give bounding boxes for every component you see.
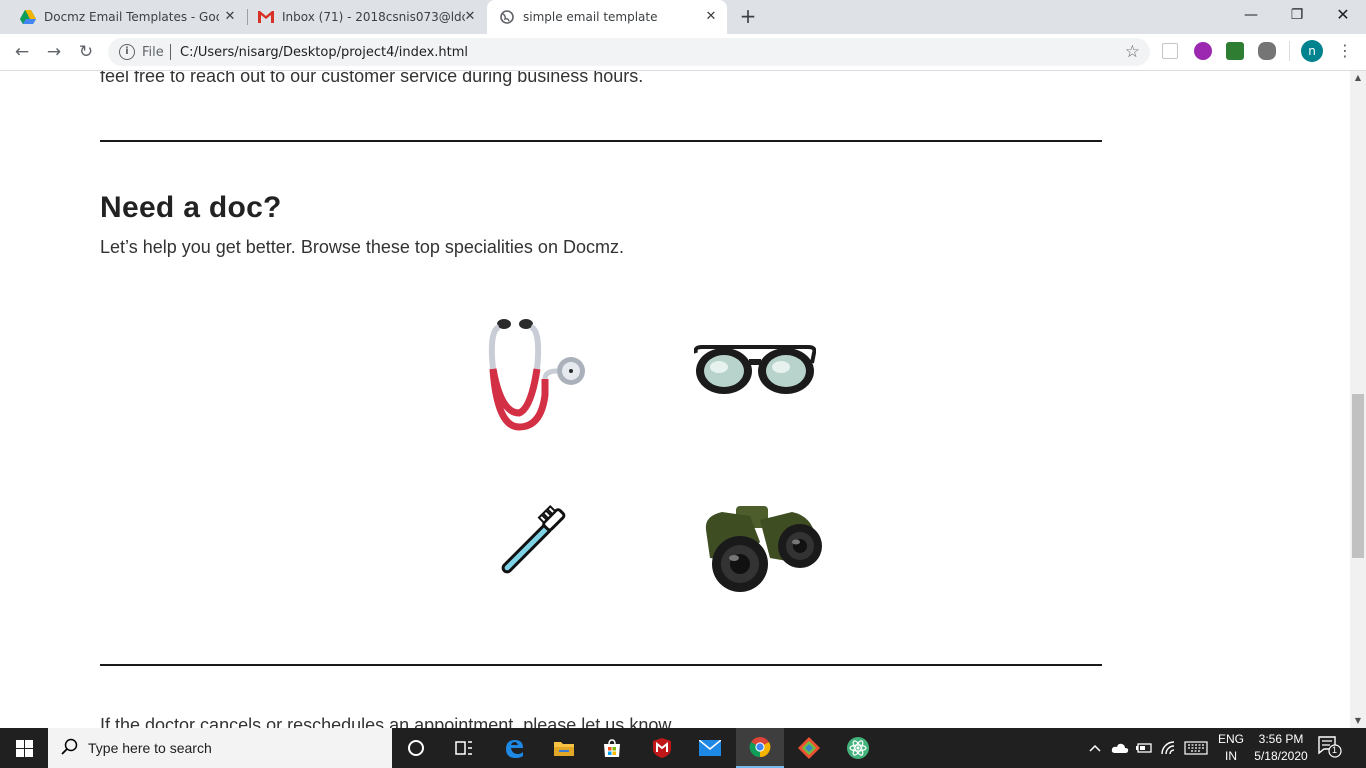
close-tab-icon[interactable]: ✕ [703,9,719,25]
divider [100,140,1102,142]
show-hidden-icons-icon[interactable] [1088,728,1102,768]
scroll-down-arrow-icon[interactable]: ▼ [1350,714,1366,728]
notification-count: 1 [1332,745,1338,755]
git-app-icon[interactable] [785,728,833,768]
toolbar-divider [1289,41,1290,61]
onedrive-icon[interactable] [1111,728,1129,768]
wifi-icon[interactable] [1160,728,1176,768]
input-language[interactable]: ENG IN [1214,731,1248,765]
tab-title: Inbox (71) - 2018csnis073@ldce. [282,10,465,24]
web-page: feel free to reach out to our customer s… [0,71,1350,728]
system-clock[interactable]: 3:56 PM 5/18/2020 [1246,731,1316,765]
page-scrollbar[interactable]: ▲ ▼ [1350,71,1366,728]
scroll-up-arrow-icon[interactable]: ▲ [1350,71,1366,85]
url-text[interactable]: C:/Users/nisarg/Desktop/project4/index.h… [180,45,468,60]
section-subtext: Let’s help you get better. Browse these … [100,237,624,257]
menu-kebab-icon[interactable]: ⋮ [1337,41,1353,60]
address-bar[interactable]: i File C:/Users/nisarg/Desktop/project4/… [108,38,1150,66]
extension-bug-icon[interactable] [1258,42,1276,60]
cancellation-text: If the doctor cancels or reschedules an … [100,715,676,728]
back-icon[interactable]: ← [10,40,34,64]
atom-editor-icon[interactable] [834,728,882,768]
tab-gmail-inbox[interactable]: Inbox (71) - 2018csnis073@ldce. ✕ [248,0,486,34]
tab-docmz-templates[interactable]: Docmz Email Templates - Google ✕ [0,0,246,34]
tab-simple-email-template[interactable]: simple email template ✕ [487,0,727,34]
file-explorer-icon[interactable] [540,728,588,768]
tab-strip: Docmz Email Templates - Google ✕ Inbox (… [0,0,1366,34]
globe-icon [499,9,515,25]
task-view-icon[interactable] [440,728,488,768]
language-code: ENG [1217,732,1244,746]
taskbar-search-box[interactable]: Type here to search [48,728,392,768]
search-placeholder: Type here to search [88,740,212,756]
chrome-icon[interactable] [736,728,784,768]
close-window-button[interactable]: ✕ [1320,0,1366,30]
divider [170,44,171,60]
microsoft-store-icon[interactable] [588,728,636,768]
scheme-label: File [142,45,164,60]
tab-title: simple email template [523,10,658,24]
battery-icon[interactable] [1135,728,1153,768]
gmail-icon [258,9,274,25]
cortana-icon[interactable] [392,728,440,768]
mail-icon[interactable] [686,728,734,768]
region-code: IN [1225,749,1237,763]
scroll-thumb[interactable] [1352,394,1364,558]
tab-title: Docmz Email Templates - Google [44,10,219,24]
forward-icon[interactable]: → [42,40,66,64]
google-drive-icon [20,9,36,25]
customer-service-text: feel free to reach out to our customer s… [100,71,644,86]
section-heading: Need a doc? [100,191,282,224]
info-icon[interactable]: i [119,44,135,60]
extension-box-icon[interactable] [1162,43,1178,59]
profile-avatar[interactable]: n [1301,40,1323,62]
extension-purple-icon[interactable] [1194,42,1212,60]
new-tab-button[interactable]: + [737,6,759,28]
windows-taskbar: Type here to search ENG IN 3:56 PM 5/18/… [0,728,1366,768]
search-icon [61,738,79,760]
divider [100,664,1102,666]
bookmark-star-icon[interactable]: ☆ [1125,42,1140,62]
binoculars-icon[interactable] [692,479,832,619]
extension-html-icon[interactable] [1226,42,1244,60]
restore-button[interactable]: ❐ [1274,0,1320,30]
browser-toolbar: ← → ↻ i File C:/Users/nisarg/Desktop/pro… [0,34,1366,71]
start-button[interactable] [0,728,48,768]
minimize-button[interactable]: — [1228,0,1274,30]
toothbrush-icon[interactable] [464,471,604,611]
mcafee-icon[interactable] [638,728,686,768]
glasses-icon[interactable] [685,301,825,441]
close-tab-icon[interactable]: ✕ [222,9,238,25]
clock-time: 3:56 PM [1258,732,1304,746]
keyboard-icon[interactable] [1184,728,1208,768]
edge-browser-icon[interactable] [490,728,538,768]
clock-date: 5/18/2020 [1254,749,1308,763]
windows-logo-icon [15,739,33,757]
close-tab-icon[interactable]: ✕ [462,9,478,25]
action-center-icon[interactable]: 1 [1318,736,1346,760]
stethoscope-icon[interactable] [464,301,604,441]
reload-icon[interactable]: ↻ [74,40,98,64]
